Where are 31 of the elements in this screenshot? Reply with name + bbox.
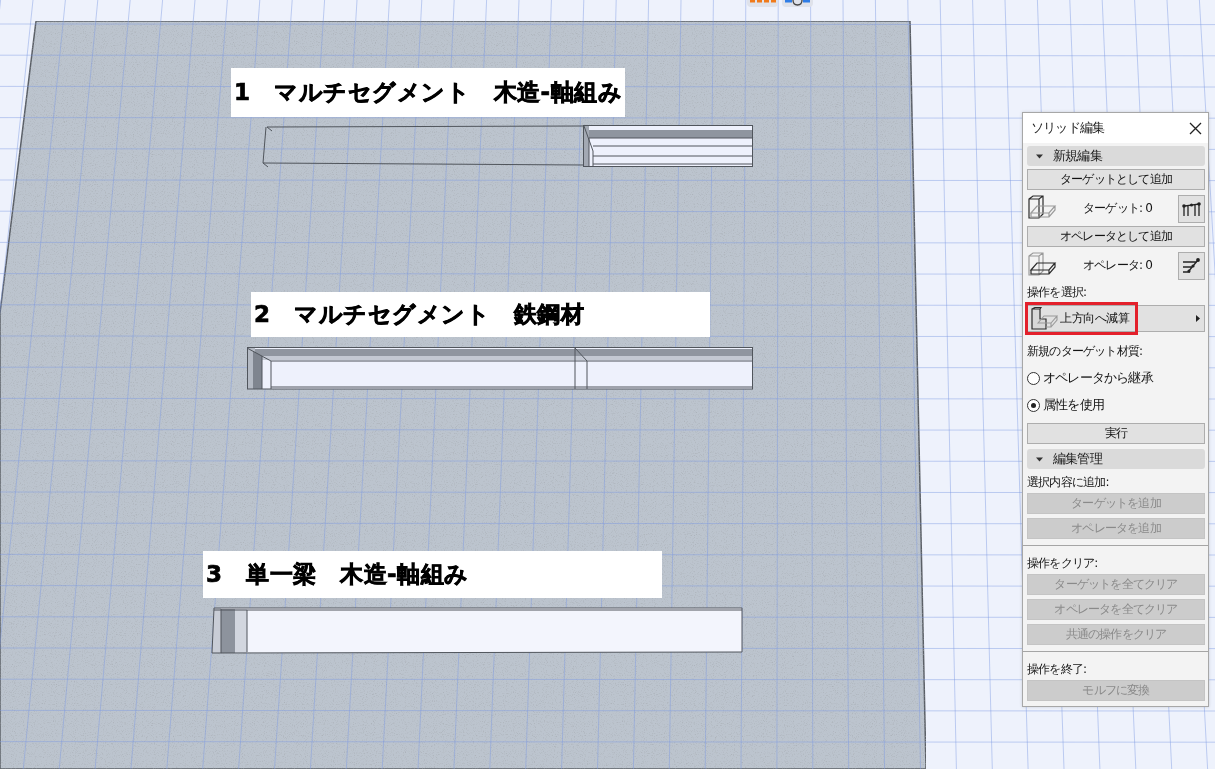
slanted-links-icon xyxy=(1182,256,1201,275)
operation-select[interactable]: 上方向へ減算 xyxy=(1027,305,1205,332)
radio-option[interactable]: オペレータから継承 xyxy=(1027,369,1153,387)
action-button[interactable]: 実行 xyxy=(1027,423,1205,444)
field-caption: 操作を終了: xyxy=(1027,661,1088,678)
radio-icon[interactable] xyxy=(1027,398,1040,412)
field-caption: 新規のターゲット材質: xyxy=(1027,343,1144,360)
count-label: ターゲット: 0 xyxy=(1081,200,1154,217)
model-caption: 1 マルチセグメント 木造-軸組み xyxy=(231,68,625,117)
section-header[interactable]: 新規編集 xyxy=(1027,146,1205,166)
field-caption: 選択内容に追加: xyxy=(1027,474,1110,491)
action-button[interactable]: オペレータとして追加 xyxy=(1027,226,1205,247)
select-value: 上方向へ減算 xyxy=(1060,310,1131,327)
radio-option[interactable]: 属性を使用 xyxy=(1027,396,1104,414)
panel-title: ソリッド編集 xyxy=(1031,119,1105,137)
model-caption: 3 単一梁 木造-軸組み xyxy=(203,551,662,598)
ring-icon[interactable] xyxy=(782,0,813,7)
frame-icon xyxy=(1182,200,1201,217)
close-icon xyxy=(1189,121,1202,135)
count-label: オペレータ: 0 xyxy=(1081,257,1154,274)
field-caption: 操作を選択: xyxy=(1027,284,1088,301)
action-button[interactable]: ターゲットとして追加 xyxy=(1027,169,1205,190)
radio-icon[interactable] xyxy=(1027,371,1040,385)
field-caption: 操作をクリア: xyxy=(1027,555,1099,572)
close-button[interactable] xyxy=(1189,121,1202,135)
icon-button[interactable] xyxy=(1178,194,1205,223)
section-header[interactable]: 編集管理 xyxy=(1027,449,1205,469)
subtract-blocks-icon xyxy=(1030,306,1058,331)
icon-button[interactable] xyxy=(1178,251,1205,280)
caret-icon xyxy=(1196,315,1200,322)
model-caption: 2 マルチセグメント 鉄鋼材 xyxy=(251,292,710,337)
